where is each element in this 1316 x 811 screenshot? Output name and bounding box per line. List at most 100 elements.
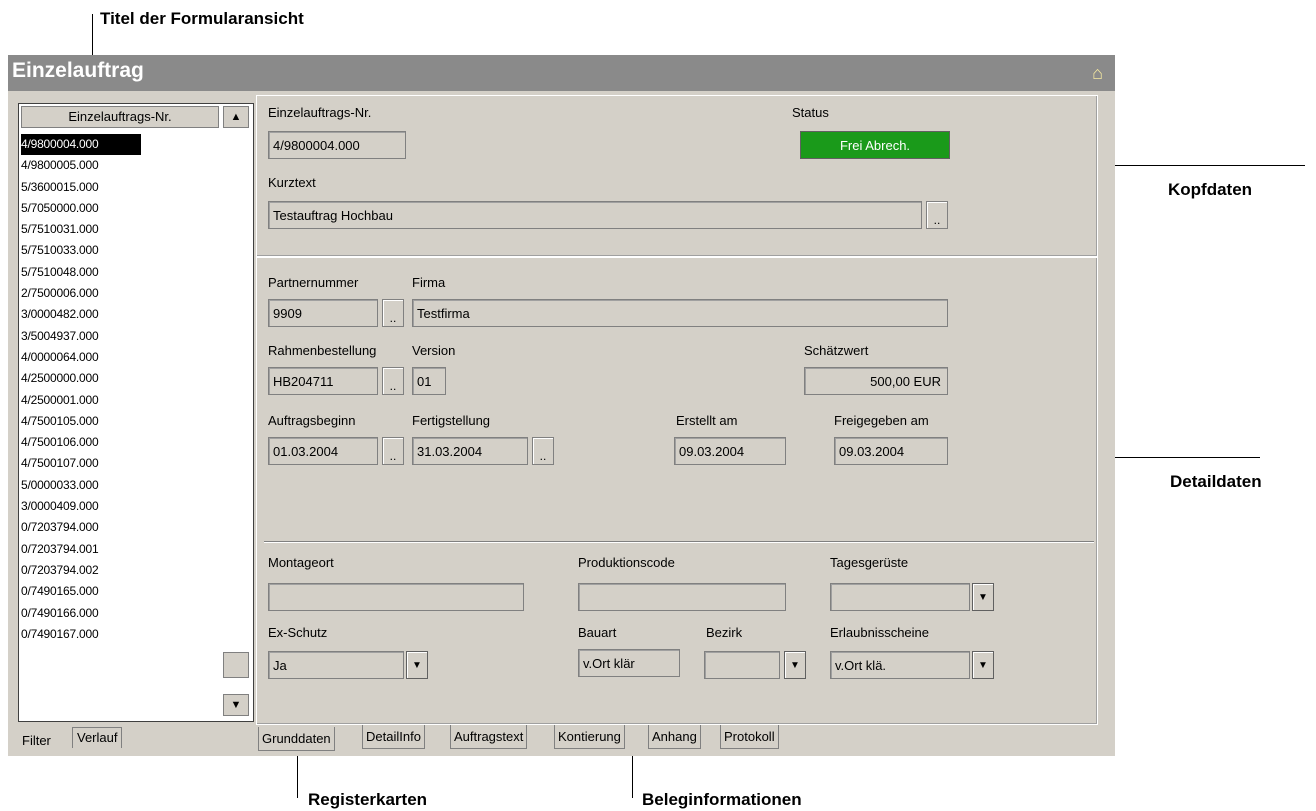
list-item[interactable]: 0/7203794.001 [21,539,217,560]
kurztext-label: Kurztext [268,175,316,190]
fertigstellung-label: Fertigstellung [412,413,491,428]
tab-auftragstext[interactable]: Auftragstext [450,725,528,749]
list-item[interactable]: 5/0000033.000 [21,475,217,496]
auftragsbeginn-label: Auftragsbeginn [268,413,356,428]
montageort-field[interactable] [268,583,524,611]
produktionscode-label: Produktionscode [578,555,675,570]
bezirk-select[interactable] [704,651,780,679]
tab-filter[interactable]: Filter [18,731,55,751]
window-title: Einzelauftrag [12,59,144,82]
list-item[interactable]: 5/3600015.000 [21,177,217,198]
bezirk-dropdown-button[interactable]: ▼ [784,651,806,679]
freigegeben-label: Freigegeben am [834,413,929,428]
list-item[interactable]: 0/7203794.002 [21,560,217,581]
firma-field[interactable]: Testfirma [412,299,948,327]
partnernummer-ellipsis-button[interactable]: .. [382,299,404,327]
fertigstellung-ellipsis-button[interactable]: .. [532,437,554,465]
produktionscode-field[interactable] [578,583,786,611]
list-item[interactable]: 5/7510031.000 [21,219,217,240]
list-item[interactable]: 4/7500107.000 [21,453,217,474]
rahmenbestellung-label: Rahmenbestellung [268,343,377,358]
list-item[interactable]: 4/2500000.000 [21,368,217,389]
list-item[interactable]: 2/7500006.000 [21,283,217,304]
list-item[interactable]: 5/7510048.000 [21,262,217,283]
erlaubnisscheine-select[interactable]: v.Ort klä. [830,651,970,679]
erstellt-label: Erstellt am [676,413,738,428]
list-item[interactable]: 3/0000409.000 [21,496,217,517]
tab-anhang[interactable]: Anhang [648,725,701,749]
bauart-label: Bauart [578,625,617,640]
exschutz-select[interactable]: Ja [268,651,404,679]
tab-detailinfo[interactable]: DetailInfo [362,725,425,749]
partnernummer-field[interactable]: 9909 [268,299,378,327]
erlaubnisscheine-label: Erlaubnisscheine [830,625,930,640]
exschutz-dropdown-button[interactable]: ▼ [406,651,428,679]
scroll-down-button[interactable]: ▼ [223,694,249,716]
version-label: Version [412,343,456,358]
list-item[interactable]: 4/0000064.000 [21,347,217,368]
annotation-beleginformationen: Beleginformationen [642,790,802,809]
list-item[interactable]: 0/7203794.000 [21,517,217,538]
chevron-down-icon: ▼ [412,660,422,671]
scrollbar-thumb[interactable] [223,652,249,678]
header-pane [256,95,1098,257]
chevron-down-icon: ▼ [978,592,988,603]
chevron-down-icon: ▼ [978,660,988,671]
tab-kontierung[interactable]: Kontierung [554,725,625,749]
auftragsbeginn-field[interactable]: 01.03.2004 [268,437,378,465]
annotation-line [1100,457,1260,458]
erstellt-field[interactable]: 09.03.2004 [674,437,786,465]
list-item[interactable]: 0/7490167.000 [21,624,217,645]
fertigstellung-field[interactable]: 31.03.2004 [412,437,528,465]
annotation-title-view: Titel der Formularansicht [100,9,304,28]
schaetzwert-field[interactable]: 500,00 EUR [804,367,948,395]
bauart-field[interactable]: v.Ort klär [578,649,680,677]
status-badge: Frei Abrech. [800,131,950,159]
schaetzwert-label: Schätzwert [804,343,869,358]
list-item[interactable]: 5/7510033.000 [21,240,217,261]
annotation-registerkarten: Registerkarten [308,790,428,809]
list-item[interactable]: 5/7050000.000 [21,198,217,219]
order-no-field[interactable]: 4/9800004.000 [268,131,406,159]
status-label: Status [792,105,829,120]
bezirk-label: Bezirk [706,625,743,640]
list-item[interactable]: 4/2500001.000 [21,390,217,411]
freigegeben-field[interactable]: 09.03.2004 [834,437,948,465]
annotation-kopfdaten: Kopfdaten [1168,180,1253,199]
firma-label: Firma [412,275,446,290]
partnernummer-label: Partnernummer [268,275,359,290]
auftragsbeginn-ellipsis-button[interactable]: .. [382,437,404,465]
list-item[interactable]: 4/9800004.000 [21,134,141,156]
chevron-down-icon: ▼ [790,660,800,671]
tagesgerueste-dropdown-button[interactable]: ▼ [972,583,994,611]
order-no-label: Einzelauftrags-Nr. [268,105,372,120]
list-item[interactable]: 4/9800005.000 [21,155,217,176]
list-items: 4/9800004.000 4/9800005.000 5/3600015.000 5… [21,134,217,645]
rahmenbestellung-field[interactable]: HB204711 [268,367,378,395]
rahmenbestellung-ellipsis-button[interactable]: .. [382,367,404,395]
tab-verlauf[interactable]: Verlauf [72,727,123,748]
arrow-down-icon: ▼ [230,699,242,711]
title-bar: Einzelauftrag ⌂ [8,55,1115,91]
kurztext-field[interactable]: Testauftrag Hochbau [268,201,922,229]
annotation-detaildaten: Detaildaten [1170,472,1262,491]
list-item[interactable]: 3/0000482.000 [21,304,217,325]
list-header[interactable]: Einzelauftrags-Nr. [21,106,219,128]
kurztext-ellipsis-button[interactable]: .. [926,201,948,229]
tagesgerueste-label: Tagesgerüste [830,555,909,570]
tab-grunddaten[interactable]: Grunddaten [258,727,335,751]
version-field[interactable]: 01 [412,367,446,395]
list-item[interactable]: 3/5004937.000 [21,326,217,347]
exschutz-label: Ex-Schutz [268,625,328,640]
list-item[interactable]: 4/7500106.000 [21,432,217,453]
tagesgerueste-select[interactable] [830,583,970,611]
list-item[interactable]: 0/7490165.000 [21,581,217,602]
scroll-up-button[interactable]: ▲ [223,106,249,128]
tab-protokoll[interactable]: Protokoll [720,725,779,749]
door-icon[interactable]: ⌂ [1092,63,1103,84]
list-item[interactable]: 4/7500105.000 [21,411,217,432]
erlaubnisscheine-dropdown-button[interactable]: ▼ [972,651,994,679]
montageort-label: Montageort [268,555,334,570]
arrow-up-icon: ▲ [230,111,242,123]
list-item[interactable]: 0/7490166.000 [21,603,217,624]
